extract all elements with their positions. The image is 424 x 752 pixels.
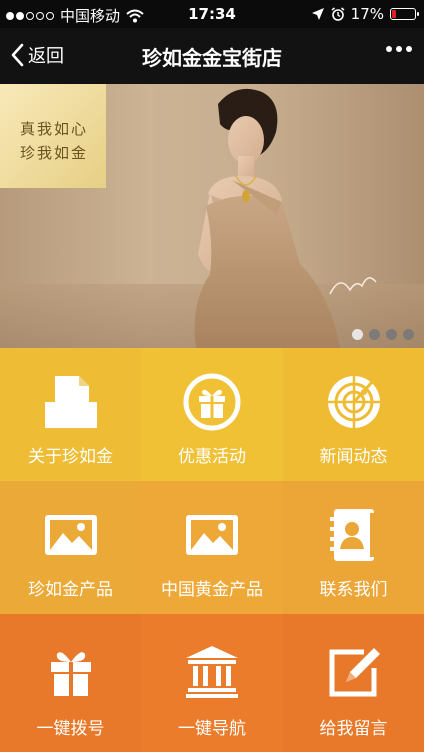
menu-label: 中国黄金产品: [161, 580, 263, 600]
menu-item-contact-us[interactable]: 联系我们: [283, 481, 424, 614]
menu-item-promotions[interactable]: 优惠活动: [141, 348, 283, 481]
status-bar: 中国移动 17:34 17%: [0, 0, 424, 28]
document-tray-icon: [44, 376, 97, 428]
image-icon: [44, 515, 97, 555]
menu-label: 关于珍如金: [28, 447, 113, 467]
slogan-line-2: 珍我如金: [20, 144, 89, 162]
carousel-dot[interactable]: [403, 329, 414, 340]
more-options-button[interactable]: [386, 46, 412, 52]
bank-icon: [186, 646, 238, 698]
menu-label: 一键导航: [178, 719, 246, 739]
navigation-bar: 返回 珍如金金宝街店: [0, 28, 424, 84]
page-title: 珍如金金宝街店: [142, 46, 282, 70]
menu-label: 珍如金产品: [28, 580, 113, 600]
edit-icon: [329, 648, 380, 697]
menu-label: 新闻动态: [319, 447, 388, 467]
location-arrow-icon: [311, 8, 324, 20]
contact-book-icon: [329, 509, 374, 561]
alarm-clock-icon: [331, 7, 345, 21]
menu-item-china-gold-products[interactable]: 中国黄金产品: [141, 481, 283, 614]
menu-item-leave-message[interactable]: 给我留言: [283, 614, 424, 752]
menu-item-one-click-dial[interactable]: 一键拨号: [0, 614, 141, 752]
carousel-dot[interactable]: [352, 329, 363, 340]
carousel-dot[interactable]: [369, 329, 380, 340]
battery-percentage: 17%: [350, 5, 384, 23]
carousel-pager: [352, 329, 414, 340]
carousel-dot[interactable]: [386, 329, 397, 340]
menu-item-zhenrujin-products[interactable]: 珍如金产品: [0, 481, 141, 614]
menu-label: 给我留言: [319, 719, 388, 739]
battery-icon: [390, 8, 419, 20]
image-icon: [186, 515, 238, 555]
menu-grid: 关于珍如金 优惠活动 新闻动态 珍如金产品 中国黄金产品 联系我们 一键拨号 一…: [0, 348, 424, 752]
gift-icon: [50, 652, 91, 696]
banner-carousel[interactable]: 真我如心 珍我如金: [0, 84, 424, 348]
radar-icon: [327, 376, 380, 428]
menu-label: 联系我们: [319, 580, 388, 600]
menu-item-one-click-navigation[interactable]: 一键导航: [141, 614, 283, 752]
menu-label: 优惠活动: [178, 447, 246, 467]
slogan-card: 真我如心 珍我如金: [0, 84, 106, 188]
menu-item-about[interactable]: 关于珍如金: [0, 348, 141, 481]
menu-label: 一键拨号: [36, 719, 105, 739]
slogan-line-1: 真我如心: [20, 120, 89, 138]
gift-circle-icon: [183, 373, 241, 431]
menu-item-news[interactable]: 新闻动态: [283, 348, 424, 481]
